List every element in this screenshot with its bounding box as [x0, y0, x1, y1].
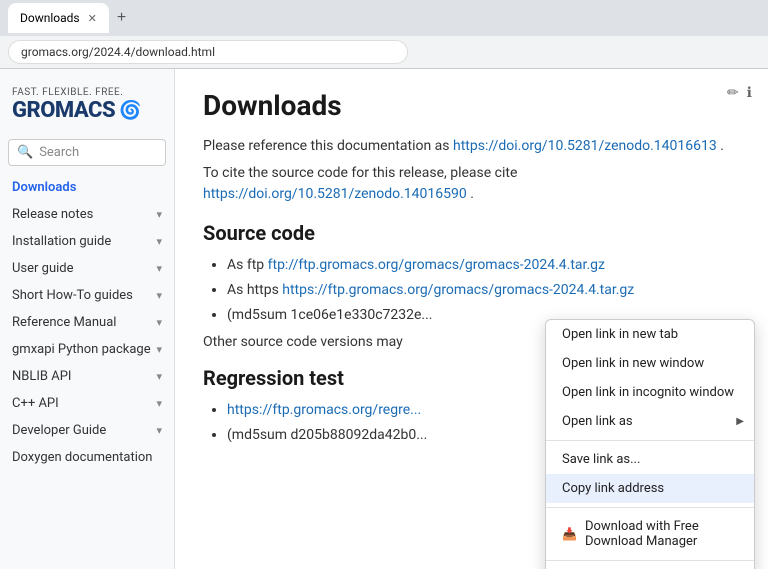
sidebar-item-installation-guide[interactable]: Installation guide ▾ [0, 228, 174, 255]
ctx-item-label: Save link as... [562, 452, 640, 467]
ctx-item-label: Open link as [562, 414, 633, 429]
sidebar-item-doxygen[interactable]: Doxygen documentation [0, 444, 174, 471]
main-content: ✏ ℹ Downloads Please reference this docu… [175, 69, 768, 569]
search-placeholder: Search [39, 145, 79, 160]
sidebar-item-cppapi[interactable]: C++ API ▾ [0, 390, 174, 417]
sidebar-item-label: NBLIB API [12, 369, 71, 384]
search-icon: 🔍 [17, 145, 33, 160]
chevron-down-icon: ▾ [156, 343, 162, 356]
ctx-separator [546, 440, 754, 441]
chevron-down-icon: ▾ [156, 316, 162, 329]
tab-label: Downloads [20, 11, 80, 25]
sidebar-item-label: Release notes [12, 207, 93, 222]
sidebar-item-label: Doxygen documentation [12, 450, 152, 465]
sidebar-item-label: Downloads [12, 180, 76, 195]
ctx-item-label: Download with Free Download Manager [585, 519, 738, 549]
chevron-down-icon: ▾ [156, 289, 162, 302]
ctx-separator [546, 560, 754, 561]
active-tab[interactable]: Downloads ✕ [8, 3, 109, 33]
sidebar-nav: Downloads Release notes ▾ Installation g… [0, 174, 174, 471]
logo-tagline: FAST. FLEXIBLE. FREE. [12, 87, 162, 98]
ctx-open-link-as[interactable]: Open link as ▶ [546, 407, 754, 436]
sidebar-item-user-guide[interactable]: User guide ▾ [0, 255, 174, 282]
logo-area: FAST. FLEXIBLE. FREE. GROMACS 🌀 [0, 77, 174, 135]
page-layout: FAST. FLEXIBLE. FREE. GROMACS 🌀 🔍 Search… [0, 69, 768, 569]
chevron-right-icon: ▶ [736, 416, 744, 427]
ctx-item-label: Copy link address [562, 481, 664, 496]
sidebar-item-developer-guide[interactable]: Developer Guide ▾ [0, 417, 174, 444]
chevron-down-icon: ▾ [156, 424, 162, 437]
sidebar-item-nblib[interactable]: NBLIB API ▾ [0, 363, 174, 390]
sidebar-item-label: gmxapi Python package [12, 342, 151, 357]
sidebar: FAST. FLEXIBLE. FREE. GROMACS 🌀 🔍 Search… [0, 69, 175, 569]
ctx-save-link-as[interactable]: Save link as... [546, 445, 754, 474]
sidebar-item-label: Reference Manual [12, 315, 116, 330]
ctx-download-fdm[interactable]: 📥 Download with Free Download Manager [546, 512, 754, 556]
chevron-down-icon: ▾ [156, 262, 162, 275]
ctx-item-label: Open link in incognito window [562, 385, 734, 400]
search-box[interactable]: 🔍 Search [8, 139, 166, 166]
ctx-open-new-tab[interactable]: Open link in new tab [546, 320, 754, 349]
address-bar[interactable]: gromacs.org/2024.4/download.html [8, 40, 408, 64]
tab-close-button[interactable]: ✕ [88, 12, 97, 25]
sidebar-item-release-notes[interactable]: Release notes ▾ [0, 201, 174, 228]
new-tab-button[interactable]: + [113, 5, 130, 31]
sidebar-item-label: C++ API [12, 396, 59, 411]
chevron-down-icon: ▾ [156, 370, 162, 383]
sidebar-item-label: User guide [12, 261, 74, 276]
chevron-down-icon: ▾ [156, 397, 162, 410]
ctx-item-label: Open link in new window [562, 356, 704, 371]
sidebar-item-reference-manual[interactable]: Reference Manual ▾ [0, 309, 174, 336]
logo-text: GROMACS [12, 98, 115, 123]
ctx-item-label: Open link in new tab [562, 327, 678, 342]
context-menu-overlay: Open link in new tab Open link in new wi… [175, 69, 768, 569]
chevron-down-icon: ▾ [156, 235, 162, 248]
context-menu: Open link in new tab Open link in new wi… [545, 319, 755, 569]
address-bar-row: gromacs.org/2024.4/download.html [0, 36, 768, 69]
tab-bar: Downloads ✕ + [8, 3, 130, 33]
sidebar-item-label: Short How-To guides [12, 288, 133, 303]
chevron-down-icon: ▾ [156, 208, 162, 221]
download-icon: 📥 [562, 526, 577, 542]
browser-chrome: Downloads ✕ + [0, 0, 768, 36]
sidebar-item-short-howto[interactable]: Short How-To guides ▾ [0, 282, 174, 309]
sidebar-item-gmxapi[interactable]: gmxapi Python package ▾ [0, 336, 174, 363]
sidebar-item-downloads[interactable]: Downloads [0, 174, 174, 201]
ctx-open-incognito[interactable]: Open link in incognito window [546, 378, 754, 407]
ctx-separator [546, 507, 754, 508]
sidebar-item-label: Installation guide [12, 234, 111, 249]
ctx-open-new-window[interactable]: Open link in new window [546, 349, 754, 378]
sidebar-item-label: Developer Guide [12, 423, 106, 438]
logo-icon: 🌀 [119, 100, 141, 121]
ctx-inspect[interactable]: Inspect [546, 565, 754, 569]
ctx-copy-link-address[interactable]: Copy link address [546, 474, 754, 503]
logo-brand: GROMACS 🌀 [12, 98, 162, 123]
